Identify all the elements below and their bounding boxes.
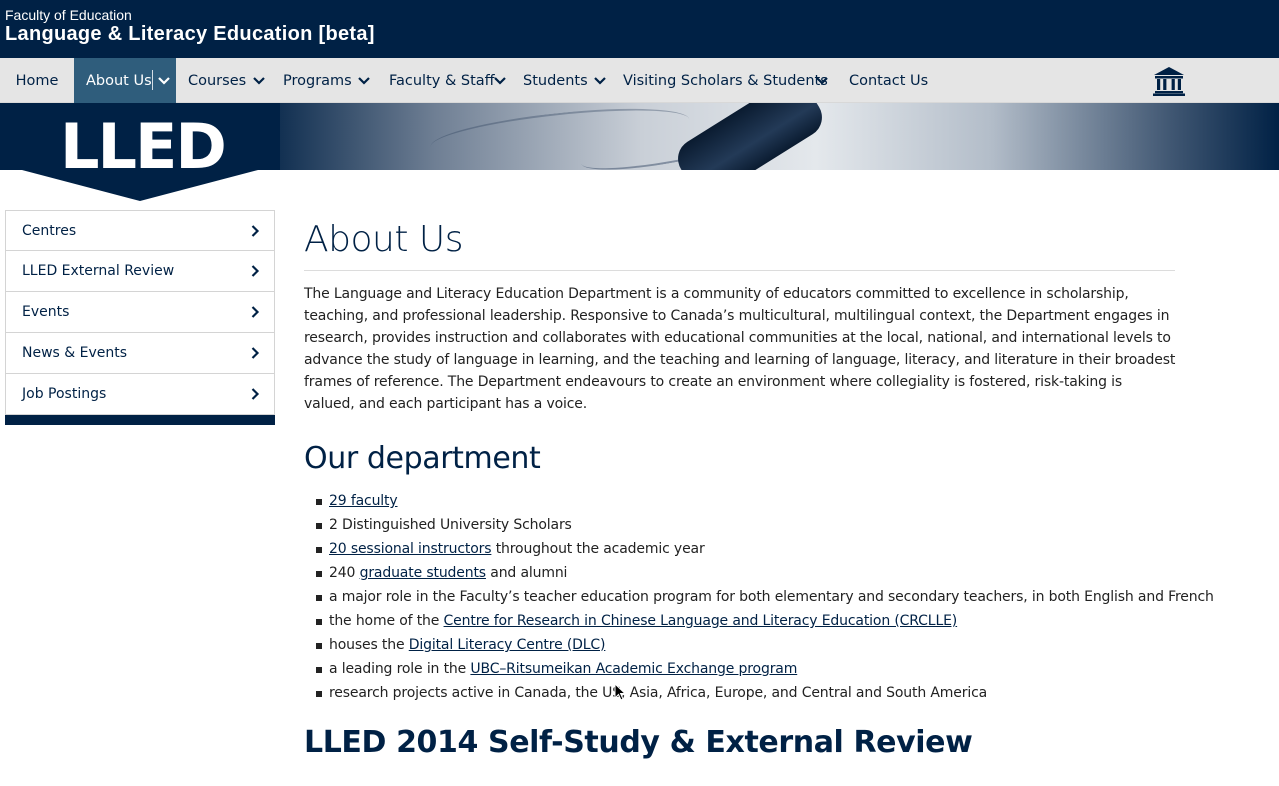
sidebar-nav: Centres LLED External Review Events News… (5, 210, 275, 425)
nav-programs[interactable]: Programs (283, 58, 352, 103)
nav-students-label: Students (523, 72, 588, 89)
list-item: 2 Distinguished University Scholars (316, 513, 1176, 537)
list-item: 29 faculty (316, 489, 1176, 513)
unit-title[interactable]: Language & Literacy Education [beta] (5, 23, 375, 46)
chevron-right-icon (251, 306, 260, 318)
sidebar-item-external-review[interactable]: LLED External Review (5, 251, 275, 292)
faculty-link[interactable]: 29 faculty (329, 493, 398, 509)
page-title: About Us (304, 219, 463, 260)
nav-courses-label: Courses (188, 72, 247, 89)
chevron-right-icon (251, 265, 260, 277)
list-item: research projects active in Canada, the … (316, 681, 1176, 705)
ritsumeikan-exchange-link[interactable]: UBC–Ritsumeikan Academic Exchange progra… (470, 661, 797, 677)
sidebar-item-label: LLED External Review (22, 263, 175, 279)
nav-home[interactable]: Home (0, 58, 74, 103)
list-item: houses the Digital Literacy Centre (DLC) (316, 633, 1176, 657)
department-heading: Our department (304, 441, 541, 476)
sidebar-item-job-postings[interactable]: Job Postings (5, 374, 275, 415)
pen-image (670, 103, 830, 170)
banner-photo (250, 103, 1279, 170)
sidebar-item-label: Job Postings (22, 386, 107, 402)
sessional-instructors-link[interactable]: 20 sessional instructors (329, 541, 492, 557)
sidebar-item-label: Centres (22, 222, 77, 239)
chevron-down-icon[interactable] (153, 58, 175, 103)
nav-contact-us[interactable]: Contact Us (849, 58, 928, 103)
ubc-building-icon[interactable] (1153, 66, 1185, 96)
nav-about-us-label: About Us (86, 72, 152, 89)
faculty-link[interactable]: Faculty of Education (5, 7, 132, 23)
department-facts-list: 29 faculty 2 Distinguished University Sc… (304, 489, 1214, 705)
chevron-down-icon[interactable] (811, 58, 833, 103)
chevron-right-icon (251, 225, 260, 237)
nav-about-us[interactable]: About Us (74, 58, 176, 103)
nav-contact-us-label: Contact Us (849, 72, 929, 89)
sidebar-item-label: News & Events (22, 345, 128, 361)
chevron-down-icon[interactable] (489, 58, 511, 103)
sidebar-item-label: Events (22, 304, 70, 320)
title-divider (304, 270, 1175, 271)
sidebar-item-news-events[interactable]: News & Events (5, 333, 275, 374)
list-item: a leading role in the UBC–Ritsumeikan Ac… (316, 657, 1176, 681)
lled-logo-text[interactable]: LLED (60, 112, 227, 182)
nav-students[interactable]: Students (523, 58, 588, 103)
nav-visiting-scholars-label: Visiting Scholars & Students (623, 72, 828, 89)
intro-paragraph: The Language and Literacy Education Depa… (304, 286, 1176, 412)
chevron-down-icon[interactable] (353, 58, 375, 103)
sidebar-bottom-bar (5, 415, 275, 425)
site-header: Faculty of Education Language & Literacy… (0, 0, 1279, 58)
mouse-cursor-icon (614, 683, 626, 701)
nav-programs-label: Programs (283, 72, 352, 89)
main-nav: Home About Us Courses Programs Faculty &… (0, 58, 1279, 103)
nav-home-label: Home (15, 72, 59, 89)
nav-faculty-staff-label: Faculty & Staff (389, 72, 495, 89)
sidebar-item-centres[interactable]: Centres (5, 210, 275, 251)
graduate-students-link[interactable]: graduate students (360, 565, 487, 581)
list-item: the home of the Centre for Research in C… (316, 609, 1176, 633)
list-item: a major role in the Faculty’s teacher ed… (316, 585, 1214, 609)
nav-faculty-staff[interactable]: Faculty & Staff (389, 58, 495, 103)
review-heading: LLED 2014 Self-Study & External Review (304, 725, 973, 760)
crclle-link[interactable]: Centre for Research in Chinese Language … (444, 613, 958, 629)
nav-courses[interactable]: Courses (188, 58, 246, 103)
sidebar-item-events[interactable]: Events (5, 292, 275, 333)
main-content: About Us The Language and Literacy Educa… (304, 210, 1214, 763)
dlc-link[interactable]: Digital Literacy Centre (DLC) (409, 637, 606, 653)
chevron-right-icon (251, 347, 260, 359)
nav-visiting-scholars[interactable]: Visiting Scholars & Students (623, 58, 828, 103)
list-item: 240 graduate students and alumni (316, 561, 1176, 585)
chevron-down-icon[interactable] (589, 58, 611, 103)
list-item: 20 sessional instructors throughout the … (316, 537, 1176, 561)
chevron-down-icon[interactable] (248, 58, 270, 103)
chevron-right-icon (251, 388, 260, 400)
